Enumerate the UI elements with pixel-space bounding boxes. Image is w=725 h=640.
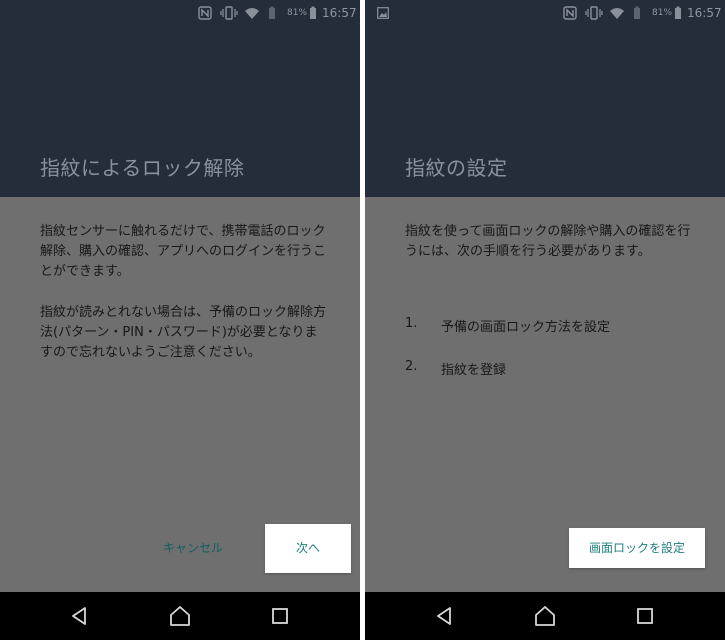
- back-icon[interactable]: [433, 604, 457, 628]
- battery-icon-muted: [633, 4, 641, 22]
- clock: 16:57: [687, 6, 722, 20]
- status-bar: 81% 16:57: [365, 0, 725, 26]
- fingerprint-setup-screen: 81% 16:57 指紋の設定 指紋を使って画面ロックの解除や購入の確認を行うに…: [365, 0, 725, 640]
- navigation-bar: [0, 592, 360, 640]
- step-number: 1.: [405, 316, 418, 331]
- image-notification-icon: [377, 4, 389, 22]
- fingerprint-unlock-screen: 81% 16:57 指紋によるロック解除 指紋センサーに触れるだけで、携帯電話の…: [0, 0, 360, 640]
- step-label: 指紋を登録: [441, 363, 507, 378]
- status-bar: 81% 16:57: [0, 0, 360, 26]
- description-paragraph: 指紋センサーに触れるだけで、携帯電話のロック解除、購入の確認、アプリへのログイン…: [40, 224, 327, 279]
- set-screen-lock-button[interactable]: 画面ロックを設定: [569, 528, 705, 568]
- recents-icon[interactable]: [268, 604, 292, 628]
- recents-icon[interactable]: [633, 604, 657, 628]
- vibrate-icon: [220, 4, 238, 22]
- page-title: 指紋によるロック解除: [40, 156, 245, 180]
- vibrate-icon: [585, 4, 603, 22]
- home-icon[interactable]: [168, 604, 192, 628]
- page-title: 指紋の設定: [405, 156, 508, 180]
- cancel-button[interactable]: キャンセル: [148, 534, 238, 562]
- nfc-icon: [563, 4, 577, 22]
- step-number: 2.: [405, 359, 418, 374]
- step-label: 予備の画面ロック方法を設定: [441, 320, 611, 335]
- battery-percent: 81%: [652, 8, 673, 18]
- navigation-bar: [365, 592, 725, 640]
- battery-icon-muted: [268, 4, 276, 22]
- wifi-icon: [244, 4, 260, 22]
- battery-icon: [674, 4, 682, 22]
- battery-icon: [309, 4, 317, 22]
- clock: 16:57: [322, 6, 357, 20]
- home-icon[interactable]: [533, 604, 557, 628]
- nfc-icon: [198, 4, 212, 22]
- backup-lock-note: 指紋が読みとれない場合は、予備のロック解除方法(パターン・PIN・パスワード)が…: [40, 305, 327, 360]
- wifi-icon: [609, 4, 625, 22]
- description-paragraph: 指紋を使って画面ロックの解除や購入の確認を行うには、次の手順を行う必要があります…: [405, 224, 691, 259]
- battery-percent: 81%: [287, 8, 308, 18]
- next-button[interactable]: 次へ: [265, 524, 351, 573]
- back-icon[interactable]: [68, 604, 92, 628]
